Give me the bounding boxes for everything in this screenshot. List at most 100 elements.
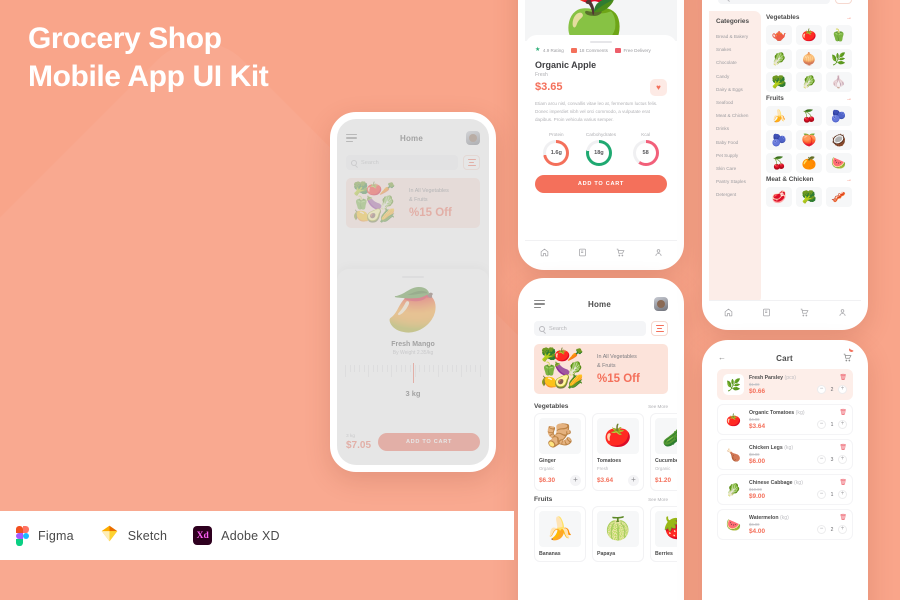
list-icon[interactable] — [762, 308, 771, 317]
grid-item[interactable]: 🫐 — [825, 106, 852, 126]
see-more-link[interactable]: See More — [648, 497, 668, 502]
sidebar-item-pantry-staples[interactable]: Pantry Staples — [709, 175, 761, 188]
product-card[interactable]: 🍈 Papaya — [592, 506, 644, 562]
filter-icon[interactable] — [835, 0, 852, 4]
search-input[interactable]: Search — [534, 321, 646, 336]
grid-item[interactable]: 🍉 — [825, 153, 852, 173]
grid-item[interactable]: 🍅 — [795, 25, 823, 45]
decrement-button[interactable]: − — [817, 525, 826, 534]
search-input[interactable]: Search — [346, 155, 458, 170]
grid-item[interactable]: 🫖 — [766, 25, 793, 45]
product-card[interactable]: 🍅 Tomatoes Fresh $3.64 + — [592, 413, 644, 491]
grid-item[interactable]: 🌿 — [825, 48, 852, 69]
promo-banner[interactable]: 🥦🍅🥕 🫑🍆🥬 🍋🥑🌽 In All Vegetables & Fruits %15… — [534, 344, 668, 394]
trash-icon[interactable]: 🗑 — [839, 410, 847, 416]
chevron-right-icon[interactable]: → — [846, 15, 852, 21]
hamburger-icon[interactable] — [346, 133, 357, 143]
trash-icon[interactable]: 🗑 — [839, 515, 847, 521]
grid-item[interactable]: 🫐 — [766, 129, 793, 150]
trash-icon[interactable]: 🗑 — [839, 480, 847, 486]
add-to-cart-button[interactable]: ADD TO CART — [535, 175, 667, 194]
search-input[interactable]: Search — [718, 0, 830, 4]
sidebar-item-skin-care[interactable]: Skin Care — [709, 162, 761, 175]
quantity-stepper[interactable]: − 2 + — [817, 385, 847, 394]
decrement-button[interactable]: − — [817, 490, 826, 499]
sidebar-item-dairy-eggs[interactable]: Dairy & Eggs — [709, 83, 761, 96]
sidebar-item-meat-chicken[interactable]: Meat & Chicken — [709, 109, 761, 122]
see-more-link[interactable]: See More — [648, 404, 668, 409]
avatar[interactable] — [654, 297, 668, 311]
list-item[interactable]: 🍅 Organic Tomatoes (kg) $4.00 $3.64 🗑 − … — [717, 404, 853, 435]
chevron-right-icon[interactable]: → — [846, 177, 852, 183]
filter-icon[interactable] — [651, 321, 668, 336]
avatar[interactable] — [466, 131, 480, 145]
grid-item[interactable]: 🥦 — [795, 187, 823, 207]
grid-item[interactable]: 🍒 — [795, 106, 823, 126]
increment-button[interactable]: + — [838, 490, 847, 499]
increment-button[interactable]: + — [838, 385, 847, 394]
increment-button[interactable]: + — [838, 525, 847, 534]
grid-item[interactable]: 🍊 — [795, 153, 823, 173]
decrement-button[interactable]: − — [817, 420, 826, 429]
sidebar-item-drinks[interactable]: Drinks — [709, 122, 761, 135]
grid-item[interactable]: 🍌 — [766, 106, 793, 126]
grid-item[interactable]: 🥓 — [825, 187, 852, 207]
hamburger-icon[interactable] — [534, 299, 545, 309]
person-icon[interactable] — [654, 248, 663, 257]
grid-item[interactable]: 🍒 — [766, 153, 793, 173]
quantity-stepper[interactable]: − 2 + — [817, 525, 847, 534]
sidebar-item-seafood[interactable]: Seafood — [709, 96, 761, 109]
home-icon[interactable] — [724, 308, 733, 317]
grid-item[interactable]: 🥦 — [766, 72, 793, 92]
increment-button[interactable]: + — [838, 420, 847, 429]
filter-icon[interactable] — [463, 155, 480, 170]
grid-item[interactable]: 🥬 — [766, 48, 793, 69]
add-button[interactable]: + — [628, 475, 639, 486]
sidebar-item-pet-supply[interactable]: Pet Supply — [709, 149, 761, 162]
back-arrow-icon[interactable]: ← — [718, 354, 726, 362]
person-icon[interactable] — [838, 308, 847, 317]
sidebar-item-detergent[interactable]: Detergent — [709, 188, 761, 201]
quantity-stepper[interactable]: − 1 + — [817, 420, 847, 429]
list-item[interactable]: 🌿 Fresh Parsley (pcs) $1.00 $0.66 🗑 − 2 … — [717, 369, 853, 400]
trash-icon[interactable]: 🗑 — [839, 445, 847, 451]
grid-item[interactable]: 🥩 — [766, 187, 793, 207]
cart-icon[interactable] — [800, 308, 809, 317]
sidebar-item-chocolate[interactable]: Chocolate — [709, 56, 761, 69]
grid-item[interactable]: 🥬 — [795, 72, 823, 92]
sidebar-item-candy[interactable]: Candy — [709, 70, 761, 83]
add-to-cart-button[interactable]: ADD TO CART — [378, 433, 480, 451]
add-button[interactable]: + — [570, 475, 581, 486]
list-icon[interactable] — [578, 248, 587, 257]
heart-icon[interactable]: ♥ — [650, 79, 667, 96]
grid-item[interactable]: 🧄 — [825, 72, 852, 92]
drag-handle[interactable] — [590, 41, 612, 43]
decrement-button[interactable]: − — [817, 455, 826, 464]
product-card[interactable]: 🫚 Ginger Organic $6.30 + — [534, 413, 586, 491]
product-card[interactable]: 🍌 Bananas — [534, 506, 586, 562]
list-item[interactable]: 🥬 Chinese Cabbage (kg) $10.00 $9.00 🗑 − … — [717, 474, 853, 505]
grid-item[interactable]: 🥥 — [825, 129, 852, 150]
cart-icon[interactable]: 2 — [843, 347, 854, 367]
cart-icon[interactable] — [616, 248, 625, 257]
grid-item[interactable]: 🫑 — [825, 25, 852, 45]
quantity-stepper[interactable]: − 3 + — [817, 455, 847, 464]
sidebar-item-bread-bakery[interactable]: Bread & Bakery — [709, 30, 761, 43]
decrement-button[interactable]: − — [817, 385, 826, 394]
promo-banner[interactable]: 🥦🍅🥕 🫑🍆🥬 🍋🥑🌽 In All Vegetables & Fruits %15… — [346, 178, 480, 228]
weight-slider[interactable] — [345, 363, 481, 385]
list-item[interactable]: 🍉 Watermelon (kg) $6.00 $4.00 🗑 − 2 + — [717, 509, 853, 540]
chevron-right-icon[interactable]: → — [846, 96, 852, 102]
home-icon[interactable] — [540, 248, 549, 257]
increment-button[interactable]: + — [838, 455, 847, 464]
sidebar-item-snakes[interactable]: Snakes — [709, 43, 761, 56]
trash-icon[interactable]: 🗑 — [839, 375, 847, 381]
grid-item[interactable]: 🧅 — [795, 48, 823, 69]
product-card[interactable]: 🍓 Berries — [650, 506, 677, 562]
list-item[interactable]: 🍗 Chicken Legs (kg) $8.00 $6.00 🗑 − 3 + — [717, 439, 853, 470]
sidebar-item-baby-food[interactable]: Baby Food — [709, 136, 761, 149]
quantity-stepper[interactable]: − 1 + — [817, 490, 847, 499]
drag-handle[interactable] — [402, 276, 424, 278]
grid-item[interactable]: 🍑 — [795, 129, 823, 150]
product-card[interactable]: 🥒 Cucumber Organic $1.20 + — [650, 413, 677, 491]
